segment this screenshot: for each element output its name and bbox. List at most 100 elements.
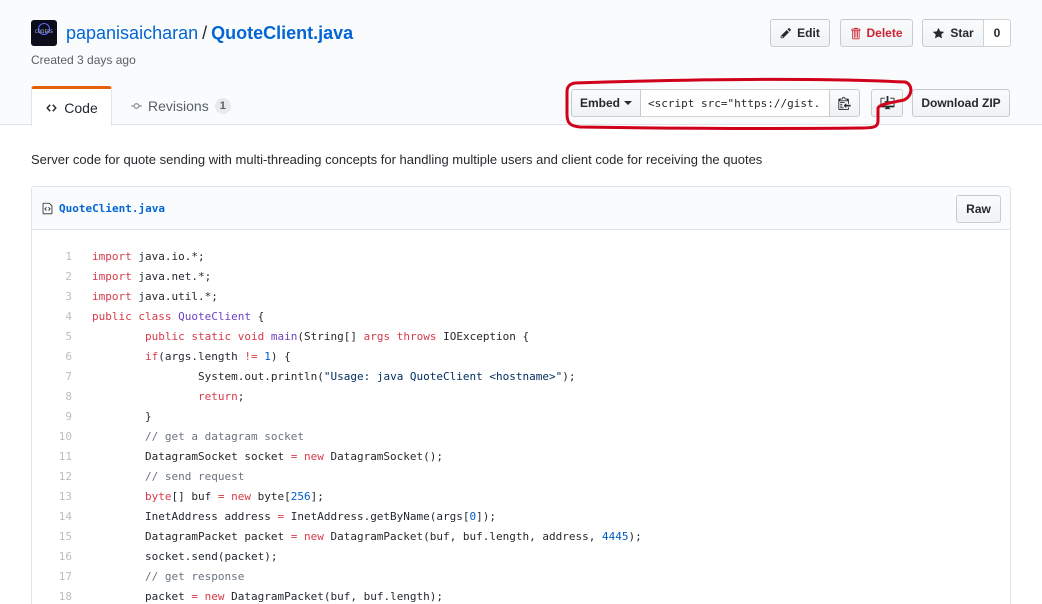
line-content: byte[] buf = new byte[256];	[72, 487, 324, 507]
code-line: 6 if(args.length != 1) {	[32, 347, 1010, 367]
pencil-icon	[780, 28, 792, 39]
code-token: // send request	[145, 470, 245, 483]
star-icon	[933, 27, 945, 38]
code-token: new	[303, 450, 324, 463]
caret-down-icon	[624, 101, 632, 105]
code-line: 17 // get response	[32, 567, 1010, 587]
code-token: throws	[396, 330, 437, 343]
line-number[interactable]: 5	[32, 327, 72, 347]
line-number[interactable]: 15	[32, 527, 72, 547]
code-token: ) {	[270, 350, 291, 363]
line-number[interactable]: 16	[32, 547, 72, 567]
code-line: 12 // send request	[32, 467, 1010, 487]
line-number[interactable]: 1	[32, 247, 72, 267]
code-token: java.util.*;	[138, 290, 218, 303]
line-content: DatagramSocket socket = new DatagramSock…	[72, 447, 443, 467]
line-content: InetAddress address = InetAddress.getByN…	[72, 507, 496, 527]
tab-code[interactable]: Code	[31, 86, 112, 126]
code-token: {	[257, 310, 265, 323]
code-line: 9}	[32, 407, 1010, 427]
star-button[interactable]: Star	[922, 19, 984, 47]
code-token: );	[562, 370, 576, 383]
code-line: 4 public class QuoteClient {	[32, 307, 1010, 327]
line-number[interactable]: 10	[32, 427, 72, 447]
edit-button[interactable]: Edit	[770, 19, 830, 47]
code-token: IOException {	[443, 330, 530, 343]
line-number[interactable]: 13	[32, 487, 72, 507]
line-number[interactable]: 2	[32, 267, 72, 287]
embed-group: Embed <script src="https://gist.	[571, 89, 860, 117]
raw-button[interactable]: Raw	[956, 195, 1001, 223]
line-number[interactable]: 6	[32, 347, 72, 367]
created-timestamp: Created 3 days ago	[31, 53, 136, 67]
line-content: import java.io.*;	[72, 247, 205, 267]
gist-name-link[interactable]: QuoteClient.java	[211, 23, 353, 43]
download-zip-button[interactable]: Download ZIP	[912, 89, 1010, 117]
code-token: }	[145, 410, 152, 423]
code-token: return	[198, 390, 238, 403]
delete-button[interactable]: Delete	[840, 19, 913, 47]
line-number[interactable]: 18	[32, 587, 72, 604]
line-content: }	[72, 407, 152, 427]
avatar-logo-text: CODERS	[34, 29, 54, 34]
code-token: ];	[310, 490, 324, 503]
line-number[interactable]: 3	[32, 287, 72, 307]
file-container: QuoteClient.java Raw 1 import java.io.*; 2…	[31, 186, 1011, 604]
revisions-count-badge: 1	[214, 98, 231, 114]
code-token: 4445	[601, 530, 629, 543]
file-name-link[interactable]: QuoteClient.java	[42, 202, 165, 215]
owner-avatar[interactable]: CODERS	[31, 20, 57, 46]
line-content: socket.send(packet);	[72, 547, 277, 567]
line-number[interactable]: 9	[32, 407, 72, 427]
code-line: 18 packet = new DatagramPacket(buf, buf.l…	[32, 587, 1010, 604]
line-number[interactable]: 17	[32, 567, 72, 587]
line-number[interactable]: 4	[32, 307, 72, 327]
code-token: new	[204, 590, 225, 603]
code-line: 10 // get a datagram socket	[32, 427, 1010, 447]
code-line: 1 import java.io.*;	[32, 247, 1010, 267]
code-token: =	[277, 510, 285, 523]
code-token: public static void	[145, 330, 265, 343]
line-number[interactable]: 12	[32, 467, 72, 487]
code-token: args	[363, 330, 391, 343]
delete-label: Delete	[866, 26, 903, 40]
code-token: =	[290, 530, 298, 543]
line-number[interactable]: 8	[32, 387, 72, 407]
raw-label: Raw	[966, 202, 991, 216]
code-token: DatagramPacket packet	[145, 530, 285, 543]
copy-to-clipboard-button[interactable]	[829, 89, 860, 117]
code-token: System.out.println(	[198, 370, 324, 383]
file-name-label: QuoteClient.java	[59, 202, 165, 215]
line-content: // send request	[72, 467, 244, 487]
line-number[interactable]: 7	[32, 367, 72, 387]
line-content: DatagramPacket packet = new DatagramPack…	[72, 527, 642, 547]
code-line: 8 return;	[32, 387, 1010, 407]
code-token: byte[	[257, 490, 291, 503]
embed-select[interactable]: Embed	[571, 89, 641, 117]
gist-header: CODERS papanisaicharan / QuoteClient.java …	[0, 0, 1042, 126]
owner-link[interactable]: papanisaicharan	[66, 23, 198, 43]
code-line: 3 import java.util.*;	[32, 287, 1010, 307]
line-number[interactable]: 11	[32, 447, 72, 467]
star-count[interactable]: 0	[983, 19, 1011, 47]
code-token: );	[628, 530, 642, 543]
file-code-icon	[42, 202, 53, 215]
line-content: return;	[72, 387, 244, 407]
code-token: java.io.*;	[138, 250, 205, 263]
code-token: java.net.*;	[138, 270, 212, 283]
code-line: 5 public static void main(String[] args t…	[32, 327, 1010, 347]
file-header: QuoteClient.java Raw	[32, 187, 1010, 230]
embed-script-input[interactable]: <script src="https://gist.	[641, 89, 829, 117]
open-in-desktop-button[interactable]	[871, 89, 903, 117]
line-number[interactable]: 14	[32, 507, 72, 527]
code-token: QuoteClient	[178, 310, 251, 323]
clipboard-icon	[838, 96, 851, 110]
code-token: DatagramPacket(buf, buf.length);	[231, 590, 444, 603]
code-token: (String[]	[297, 330, 357, 343]
code-token: if	[145, 350, 159, 363]
code-token: public class	[92, 310, 172, 323]
code-line: 7 System.out.println("Usage: java QuoteCl…	[32, 367, 1010, 387]
code-line: 13 byte[] buf = new byte[256];	[32, 487, 1010, 507]
tab-revisions[interactable]: Revisions 1	[130, 96, 231, 116]
